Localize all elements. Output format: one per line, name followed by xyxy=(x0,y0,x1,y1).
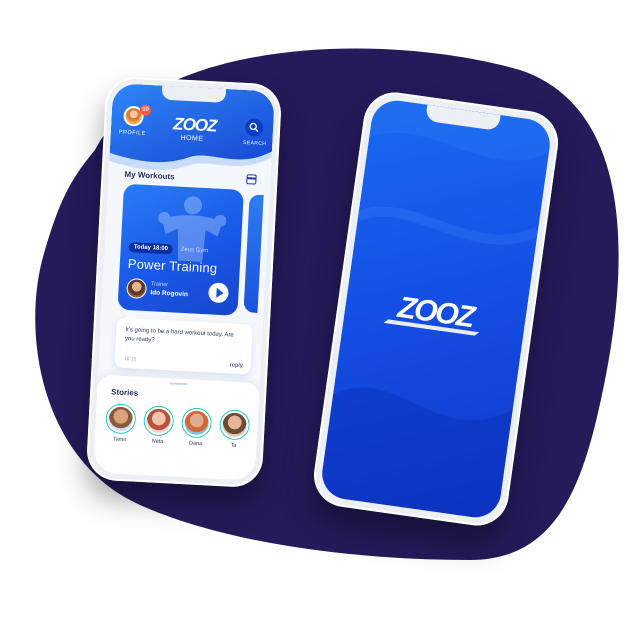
home-label: HOME xyxy=(180,134,204,143)
story-ring xyxy=(218,409,251,441)
stories-title: Stories xyxy=(110,387,139,398)
story-item[interactable]: Ta xyxy=(218,409,251,450)
search-icon xyxy=(249,122,259,133)
story-name: Neta xyxy=(151,438,164,446)
next-workout-card[interactable] xyxy=(243,194,264,313)
comment-time: 18:15 xyxy=(123,355,137,363)
home-screen: 10 PROFILE ZOOZ HOME SEARCH My Workouts … xyxy=(92,83,276,481)
search-label[interactable]: SEARCH xyxy=(243,140,267,147)
stories-panel: Stories Tamir Neta Dana Ta xyxy=(92,374,260,481)
workout-date-badge: Today 18:00 xyxy=(128,242,174,255)
story-avatar xyxy=(146,408,172,434)
story-ring xyxy=(104,403,137,435)
trainer-avatar xyxy=(126,278,148,300)
comment-bubble: It's going to be a hard workout today. A… xyxy=(114,317,253,375)
story-avatar xyxy=(221,412,248,438)
story-name: Dana xyxy=(188,440,203,448)
trainer-name: Ido Rogovin xyxy=(150,289,189,299)
phone-app-home: 10 PROFILE ZOOZ HOME SEARCH My Workouts … xyxy=(85,75,283,489)
comment-text: It's going to be a hard workout today. A… xyxy=(124,327,234,344)
story-item[interactable]: Dana xyxy=(180,407,213,448)
story-ring xyxy=(142,405,175,437)
story-name: Tamir xyxy=(112,436,127,444)
app-logo: ZOOZ xyxy=(172,114,217,136)
drag-handle[interactable] xyxy=(169,382,188,386)
play-icon[interactable] xyxy=(207,282,229,304)
story-ring xyxy=(180,407,213,439)
story-avatar xyxy=(108,406,134,432)
reply-link[interactable]: reply xyxy=(230,363,243,370)
trainer-label: Trainer xyxy=(150,281,169,289)
story-item[interactable]: Tamir xyxy=(104,403,137,444)
workout-card[interactable]: Today 18:00 Zeus Gym Power Training Trai… xyxy=(117,183,244,316)
story-item[interactable]: Neta xyxy=(142,405,175,446)
calendar-icon[interactable] xyxy=(246,174,257,185)
story-name: Ta xyxy=(230,442,237,449)
story-avatar xyxy=(184,410,210,436)
